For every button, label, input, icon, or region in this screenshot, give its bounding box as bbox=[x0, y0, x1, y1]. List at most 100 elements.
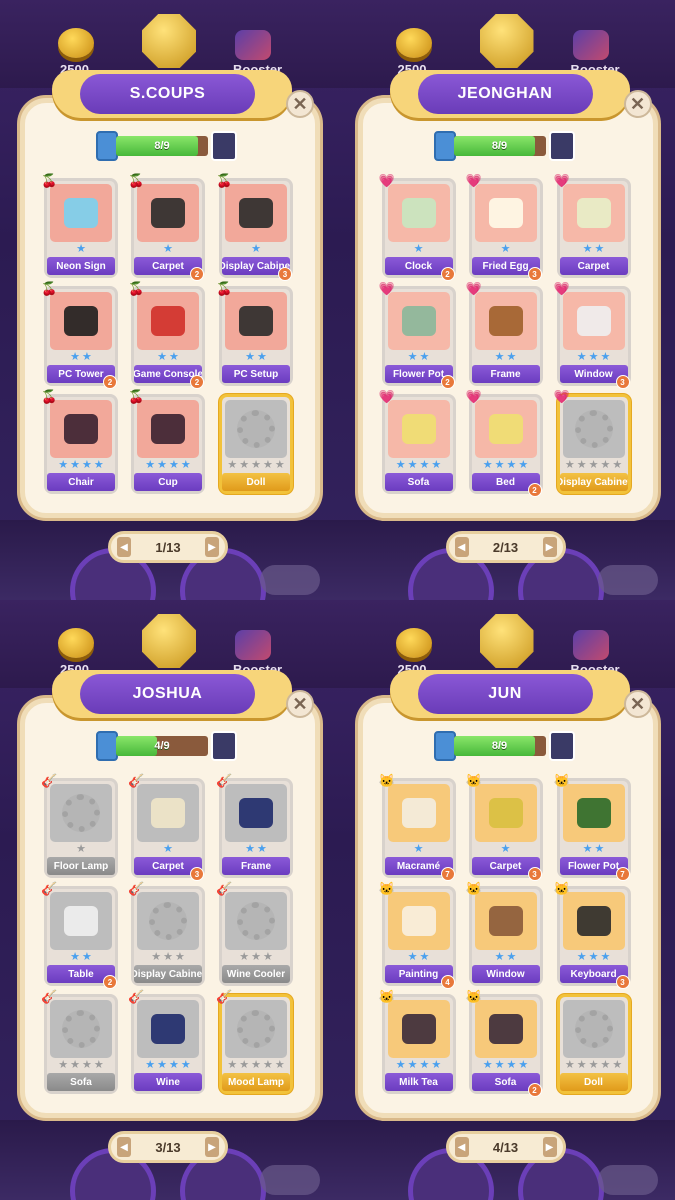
collection-item-card[interactable]: 🐱 ★ ★ ★ ★ Milk Tea bbox=[379, 989, 456, 1094]
member-name: S.COUPS bbox=[80, 74, 255, 114]
collection-item-card[interactable]: 🐱 ★ Carpet 3 bbox=[466, 773, 543, 881]
star-rating: ★ ★ bbox=[50, 951, 112, 964]
collection-item-card[interactable]: 🎸 ★ ★ ★ ★ ★ Mood Lamp bbox=[216, 989, 293, 1094]
page-indicator: ◀ 3/13 ▶ bbox=[108, 1131, 228, 1163]
close-button[interactable]: ✕ bbox=[286, 690, 314, 718]
collection-item-card[interactable]: 🎸 ★ ★ ★ ★ Sofa bbox=[41, 989, 118, 1094]
star-rating: ★ bbox=[475, 243, 537, 256]
collection-item-card[interactable]: 🎸 ★ ★ ★ ★ Wine bbox=[128, 989, 205, 1094]
collection-item-card[interactable]: 💗 ★ Clock 2 bbox=[379, 173, 456, 281]
prev-page-button[interactable]: ◀ bbox=[117, 537, 131, 557]
collection-item-card[interactable]: ★ ★ ★ ★ ★ Doll bbox=[556, 994, 631, 1094]
booster-icon[interactable] bbox=[572, 630, 609, 660]
star-icon: ★ bbox=[227, 1059, 238, 1071]
collection-item-card[interactable]: 🍒 ★ Neon Sign bbox=[41, 173, 118, 278]
coin-icon bbox=[58, 628, 94, 658]
page-number: 1/13 bbox=[155, 539, 181, 555]
item-art bbox=[137, 292, 199, 350]
star-icon: ★ bbox=[274, 1059, 285, 1071]
collection-item-card[interactable]: 🍒 ★ ★ PC Setup bbox=[216, 281, 293, 386]
item-name: Carpet bbox=[559, 257, 628, 275]
collection-item-card[interactable]: 🐱 ★ ★ Painting 4 bbox=[379, 881, 456, 989]
star-rating: ★ ★ ★ ★ ★ bbox=[225, 459, 287, 472]
item-illustration bbox=[488, 414, 523, 444]
collection-item-card[interactable]: 🍒 ★ Carpet 2 bbox=[128, 173, 205, 281]
close-button[interactable]: ✕ bbox=[623, 690, 652, 718]
booster-icon[interactable] bbox=[235, 630, 271, 660]
collection-item-card[interactable]: ★ ★ ★ ★ ★ Doll bbox=[219, 394, 293, 494]
star-icon: ★ bbox=[151, 951, 162, 963]
prev-page-button[interactable]: ◀ bbox=[454, 1137, 469, 1157]
item-art bbox=[387, 892, 450, 950]
item-art bbox=[225, 400, 287, 458]
item-art bbox=[387, 400, 450, 458]
collection-item-card[interactable]: 🎸 ★ Carpet 3 bbox=[128, 773, 205, 881]
progress-bar: 8/9 bbox=[116, 136, 208, 156]
collection-item-card[interactable]: 🐱 ★ ★ ★ ★ Sofa 2 bbox=[466, 989, 543, 1097]
coin-icon bbox=[395, 28, 432, 58]
collection-item-card[interactable]: 💗 ★ ★ ★ ★ ★ Display Cabinet bbox=[554, 389, 631, 494]
collection-item-card[interactable]: 🎸 ★ ★ Table 2 bbox=[41, 881, 118, 989]
booster-icon[interactable] bbox=[572, 30, 609, 60]
member-badge-icon: 🐱 bbox=[465, 773, 482, 788]
close-button[interactable]: ✕ bbox=[623, 90, 652, 118]
collection-item-card[interactable]: 🐱 ★ Macramé 7 bbox=[379, 773, 456, 881]
star-rating: ★ ★ ★ bbox=[137, 951, 199, 964]
member-badge-icon: 🎸 bbox=[128, 989, 145, 1004]
star-icon: ★ bbox=[58, 1059, 69, 1071]
star-icon: ★ bbox=[419, 1059, 430, 1071]
collection-item-card[interactable]: 💗 ★ Fried Egg 3 bbox=[466, 173, 543, 281]
star-icon: ★ bbox=[576, 351, 587, 363]
star-icon: ★ bbox=[506, 951, 517, 963]
item-art bbox=[225, 892, 287, 950]
collection-item-card[interactable]: 🐱 ★ ★ Window bbox=[466, 881, 543, 986]
collection-item-card[interactable]: 🎸 ★ ★ Frame bbox=[216, 773, 293, 878]
locked-gear-icon bbox=[237, 902, 275, 940]
collection-item-card[interactable]: 🐱 ★ ★ ★ Keyboard 3 bbox=[554, 881, 631, 989]
member-badge-icon: 💗 bbox=[465, 389, 482, 404]
collection-item-card[interactable]: 🍒 ★ ★ ★ ★ Chair bbox=[41, 389, 118, 494]
item-art bbox=[474, 400, 537, 458]
item-art bbox=[562, 784, 625, 842]
collection-item-card[interactable]: 💗 ★ ★ ★ ★ Sofa bbox=[379, 389, 456, 494]
star-icon: ★ bbox=[82, 351, 92, 363]
star-icon: ★ bbox=[257, 351, 267, 363]
close-button[interactable]: ✕ bbox=[286, 90, 314, 118]
item-art bbox=[137, 784, 199, 842]
next-page-button[interactable]: ▶ bbox=[542, 537, 557, 557]
star-icon: ★ bbox=[494, 1059, 505, 1071]
collection-item-card[interactable]: 🎸 ★ Floor Lamp bbox=[41, 773, 118, 878]
member-badge-icon: 💗 bbox=[378, 173, 395, 188]
collection-item-card[interactable]: 💗 ★ ★ ★ Window 3 bbox=[554, 281, 631, 389]
collection-item-card[interactable]: 🍒 ★ ★ ★ ★ Cup bbox=[128, 389, 205, 494]
progress-bar: 4/9 bbox=[116, 736, 208, 756]
member-badge-icon: 🎸 bbox=[216, 989, 233, 1004]
star-rating: ★ bbox=[388, 843, 450, 856]
prev-page-button[interactable]: ◀ bbox=[454, 537, 469, 557]
next-page-button[interactable]: ▶ bbox=[542, 1137, 557, 1157]
item-illustration bbox=[239, 198, 273, 228]
gem-icon[interactable] bbox=[142, 14, 196, 68]
star-icon: ★ bbox=[500, 843, 511, 855]
collection-item-card[interactable]: 🎸 ★ ★ ★ Display Cabinet bbox=[128, 881, 205, 986]
star-icon: ★ bbox=[576, 459, 587, 471]
collection-item-card[interactable]: 🐱 ★ ★ Flower Pot 7 bbox=[554, 773, 631, 881]
collection-item-card[interactable]: 💗 ★ ★ ★ ★ Bed 2 bbox=[466, 389, 543, 497]
collection-item-card[interactable]: 🍒 ★ ★ Game Console 2 bbox=[128, 281, 205, 389]
member-badge-icon: 🐱 bbox=[378, 773, 395, 788]
prev-page-button[interactable]: ◀ bbox=[117, 1137, 131, 1157]
collection-quad: 2500BoosterJOSHUA✕4/9🎸★Floor Lamp🎸★Carpe… bbox=[0, 600, 338, 1200]
collection-item-card[interactable]: 🍒 ★ Display Cabinet 3 bbox=[216, 173, 293, 281]
next-page-button[interactable]: ▶ bbox=[205, 537, 219, 557]
collection-item-card[interactable]: 🎸 ★ ★ ★ Wine Cooler bbox=[216, 881, 293, 986]
collection-item-card[interactable]: 🍒 ★ ★ PC Tower 2 bbox=[41, 281, 118, 389]
next-page-button[interactable]: ▶ bbox=[205, 1137, 219, 1157]
item-art bbox=[225, 292, 287, 350]
star-rating: ★ ★ ★ ★ bbox=[475, 1059, 537, 1072]
collection-item-card[interactable]: 💗 ★ ★ Flower Pot 2 bbox=[379, 281, 456, 389]
collection-item-card[interactable]: 💗 ★ ★ Frame bbox=[466, 281, 543, 386]
booster-icon[interactable] bbox=[235, 30, 271, 60]
item-art bbox=[225, 1000, 287, 1058]
item-count-badge: 3 bbox=[527, 267, 542, 281]
collection-item-card[interactable]: 💗 ★ ★ Carpet bbox=[554, 173, 631, 278]
